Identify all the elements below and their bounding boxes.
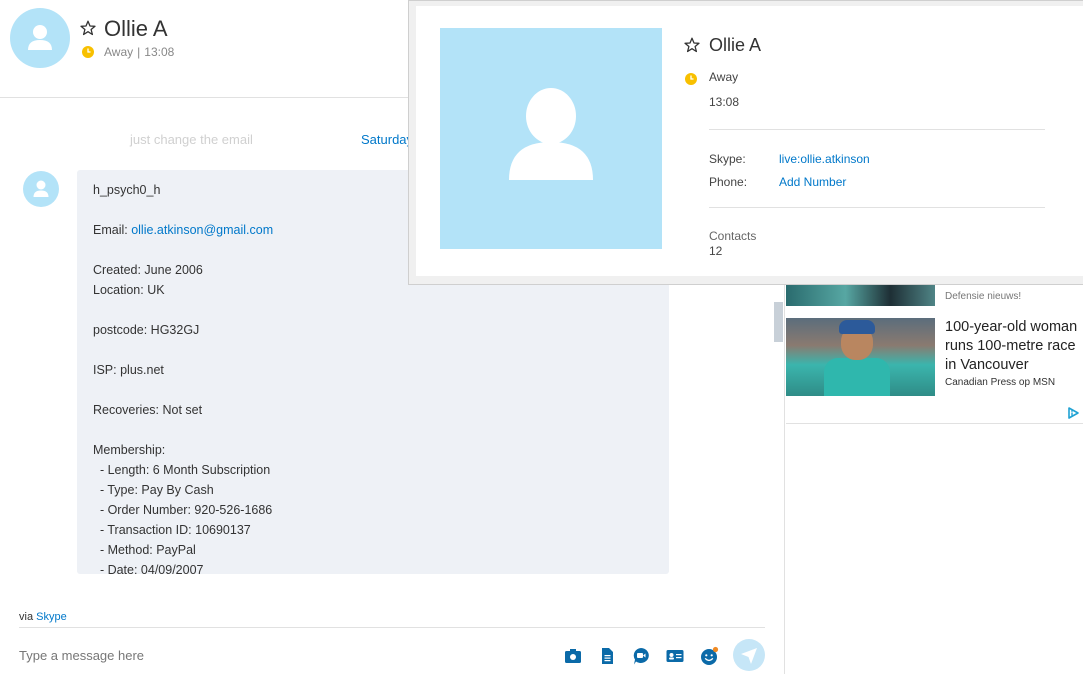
chat-scrollbar-thumb[interactable] [774, 302, 783, 342]
contacts-count: 12 [709, 244, 723, 258]
message-line: - Transaction ID: 10690137 [93, 520, 653, 540]
message-line: - Length: 6 Month Subscription [93, 460, 653, 480]
news-title-2[interactable]: 100-year-old woman runs 100-metre race i… [945, 318, 1083, 375]
message-line-text: - Date: 04/09/2007 [93, 563, 204, 574]
person-icon [28, 25, 52, 50]
status-time: 13:08 [144, 45, 175, 59]
person-icon [509, 88, 593, 180]
profile-divider-2 [709, 207, 1045, 208]
profile-divider-1 [709, 129, 1045, 130]
add-number-link[interactable]: Add Number [779, 175, 846, 189]
adchoices-icon[interactable] [1066, 406, 1080, 420]
via-skype: via Skype [19, 611, 67, 623]
contact-name: Ollie A [104, 16, 168, 41]
status-separator: | [137, 45, 141, 59]
message-line-text: Created: June 2006 [93, 263, 203, 277]
send-button[interactable] [733, 639, 765, 671]
phone-label: Phone: [709, 175, 748, 189]
message-line-text: - Length: 6 Month Subscription [93, 463, 271, 477]
message-line-text: h_psych0_h [93, 183, 161, 197]
message-line-text: Email: [93, 223, 132, 237]
news-source-2[interactable]: Canadian Press op MSN [945, 377, 1055, 388]
date-separator: Saturday [361, 132, 414, 147]
message-line-text: Membership: [93, 443, 166, 457]
via-prefix: via [19, 611, 34, 623]
person-icon [33, 180, 49, 197]
input-divider [19, 627, 765, 628]
message-line-text: Location: UK [93, 283, 165, 297]
runner-cap [839, 320, 875, 334]
skype-id-link[interactable]: live:ollie.atkinson [779, 152, 870, 166]
away-clock-icon [82, 46, 94, 58]
message-line: Recoveries: Not set [93, 400, 653, 420]
contact-avatar[interactable] [10, 8, 70, 68]
message-line-text: ISP: plus.net [93, 363, 164, 377]
profile-name: Ollie A [709, 35, 762, 55]
profile-popup: Ollie A Away 13:08 Skype: live:ollie.atk… [408, 0, 1083, 285]
news-feed: Defensie nieuws! 100-year-old woman runs… [786, 282, 1083, 424]
message-line-text: - Method: PayPal [93, 543, 196, 557]
favorite-star-icon[interactable] [684, 37, 700, 53]
message-line-text: postcode: HG32GJ [93, 323, 200, 337]
profile-status: Away [709, 70, 739, 84]
favorite-star-icon[interactable] [80, 20, 96, 36]
sender-avatar[interactable] [23, 171, 59, 207]
message-line: Membership: [93, 440, 653, 460]
message-line-text: Recoveries: Not set [93, 403, 203, 417]
via-skype-link[interactable]: Skype [36, 611, 67, 623]
video-message-icon[interactable] [631, 646, 651, 666]
message-line-text: - Transaction ID: 10690137 [93, 523, 251, 537]
runner-body [824, 358, 890, 396]
profile-card: Ollie A Away 13:08 Skype: live:ollie.atk… [416, 6, 1083, 276]
message-line: - Type: Pay By Cash [93, 480, 653, 500]
status-text: Away [104, 45, 134, 59]
away-clock-icon [685, 73, 697, 85]
message-input[interactable] [19, 643, 539, 667]
emoticon-icon[interactable] [699, 646, 719, 666]
file-icon[interactable] [597, 646, 617, 666]
message-line: - Date: 04/09/2007 [93, 560, 653, 574]
news-image-1[interactable] [786, 282, 935, 306]
news-source-1[interactable]: Defensie nieuws! [945, 291, 1021, 302]
skype-window: Ollie A Away | 13:08 just change the email… [0, 0, 1083, 674]
email-link[interactable]: ollie.atkinson@gmail.com [131, 223, 273, 237]
profile-local-time: 13:08 [709, 95, 740, 109]
contacts-label: Contacts [709, 229, 757, 243]
message-line: - Method: PayPal [93, 540, 653, 560]
message-line-text: - Order Number: 920-526-1686 [93, 503, 273, 517]
profile-picture [440, 28, 662, 249]
message-line: ISP: plus.net [93, 360, 653, 380]
message-line: postcode: HG32GJ [93, 320, 653, 340]
send-arrow-icon [741, 648, 757, 664]
skype-label: Skype: [709, 152, 746, 166]
previous-message: just change the email [130, 132, 253, 147]
news-image-2[interactable] [786, 318, 935, 396]
status-line: Away | 13:08 [104, 45, 174, 59]
contact-card-icon[interactable] [665, 646, 685, 666]
message-line: - Order Number: 920-526-1686 [93, 500, 653, 520]
media-icon[interactable] [563, 646, 583, 666]
message-line-text: - Type: Pay By Cash [93, 483, 214, 497]
